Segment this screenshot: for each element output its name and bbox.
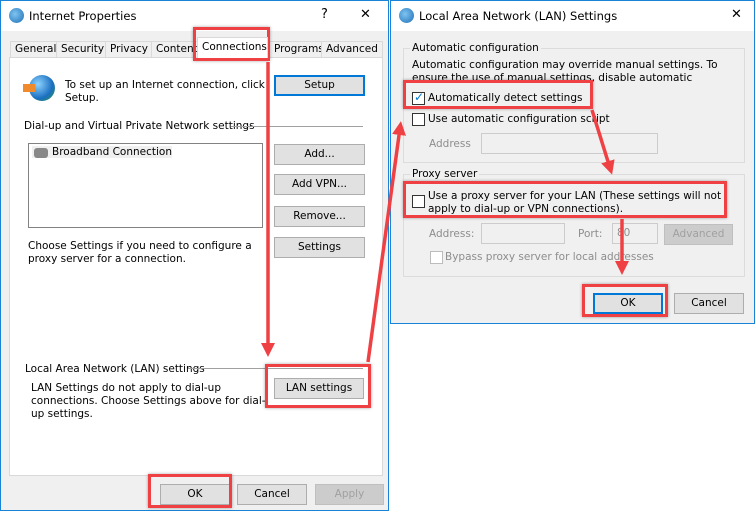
highlight-ok-right bbox=[582, 284, 668, 317]
close-button[interactable]: ✕ bbox=[360, 7, 371, 22]
internet-options-icon bbox=[9, 8, 24, 23]
divider bbox=[231, 126, 363, 127]
cancel-button[interactable]: Cancel bbox=[674, 293, 744, 314]
highlight-use-proxy bbox=[403, 181, 727, 218]
apply-button[interactable]: Apply bbox=[315, 484, 384, 505]
add-button[interactable]: Add... bbox=[274, 144, 365, 165]
tab-privacy[interactable]: Privacy bbox=[105, 41, 154, 58]
connection-name: Broadband Connection bbox=[52, 146, 172, 158]
group-label: Proxy server bbox=[410, 168, 480, 180]
highlight-ok-left bbox=[148, 474, 232, 508]
auto-script-checkbox[interactable] bbox=[412, 113, 425, 126]
port-input[interactable]: 80 bbox=[612, 223, 658, 244]
list-item[interactable]: Broadband Connection bbox=[32, 146, 172, 158]
remove-button[interactable]: Remove... bbox=[274, 206, 365, 227]
address-label: Address bbox=[429, 138, 471, 150]
proxy-address-input[interactable] bbox=[481, 223, 565, 244]
tab-programs[interactable]: Programs bbox=[269, 41, 329, 58]
tab-advanced[interactable]: Advanced bbox=[321, 41, 383, 58]
arrow-icon bbox=[23, 84, 35, 92]
highlight-auto-detect bbox=[403, 80, 593, 109]
window-title: Local Area Network (LAN) Settings bbox=[419, 9, 618, 23]
window-title: Internet Properties bbox=[29, 9, 137, 23]
settings-button[interactable]: Settings bbox=[274, 237, 365, 258]
bypass-label: Bypass proxy server for local addresses bbox=[445, 251, 654, 263]
setup-text: To set up an Internet connection, click … bbox=[65, 79, 265, 104]
cancel-button[interactable]: Cancel bbox=[237, 484, 307, 505]
help-button[interactable]: ? bbox=[321, 7, 328, 22]
add-vpn-button[interactable]: Add VPN... bbox=[274, 174, 365, 195]
connection-list[interactable]: Broadband Connection bbox=[28, 143, 263, 228]
lan-text: LAN Settings do not apply to dial-up con… bbox=[31, 382, 266, 420]
close-button[interactable]: ✕ bbox=[731, 7, 742, 22]
internet-properties-window: Internet Properties ? ✕ General Security… bbox=[0, 0, 389, 511]
tab-security[interactable]: Security bbox=[56, 41, 110, 58]
port-label: Port: bbox=[578, 228, 603, 240]
lan-header: Local Area Network (LAN) settings bbox=[25, 363, 205, 375]
advanced-button[interactable]: Advanced bbox=[664, 224, 733, 245]
tab-general[interactable]: General bbox=[10, 41, 62, 58]
bypass-checkbox[interactable] bbox=[430, 251, 443, 264]
highlight-lan-settings bbox=[265, 364, 371, 408]
modem-icon bbox=[34, 148, 48, 158]
title-bar: Local Area Network (LAN) Settings ✕ bbox=[391, 1, 754, 31]
internet-options-icon bbox=[399, 8, 414, 23]
lan-settings-window: Local Area Network (LAN) Settings ✕ Auto… bbox=[390, 0, 755, 324]
setup-button[interactable]: Setup bbox=[274, 75, 365, 96]
tab-connections[interactable]: Connections bbox=[197, 37, 268, 58]
group-label: Automatic configuration bbox=[410, 42, 541, 54]
auto-script-label: Use automatic configuration script bbox=[428, 113, 610, 125]
proxy-settings-text: Choose Settings if you need to configure… bbox=[28, 240, 252, 265]
dialup-header: Dial-up and Virtual Private Network sett… bbox=[24, 120, 255, 132]
proxy-address-label: Address: bbox=[429, 228, 475, 240]
script-address-input[interactable] bbox=[481, 133, 658, 154]
